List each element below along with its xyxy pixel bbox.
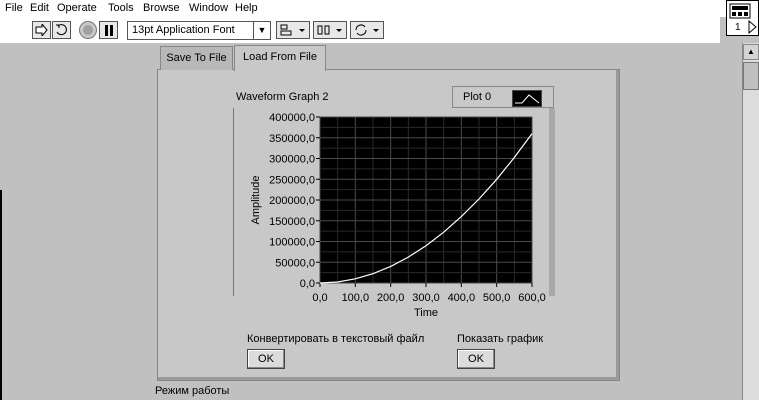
scroll-up-arrow-icon[interactable]: ▲ <box>743 44 759 60</box>
pause-icon <box>104 24 113 36</box>
y-tick-label: 250000,0 <box>269 174 315 186</box>
x-axis-label: Time <box>414 307 438 319</box>
mode-label: Режим работы <box>155 385 230 397</box>
font-select[interactable]: 13pt Application Font ▼ <box>127 21 271 40</box>
legend-label: Plot 0 <box>463 91 492 103</box>
x-tick-label: 600,0 <box>518 292 546 304</box>
waveform-graph[interactable]: 0,0 50000,0 100000,0 150000,0 200000,0 250000… <box>230 108 555 323</box>
pause-button[interactable] <box>99 21 118 39</box>
legend-line-icon <box>512 90 542 107</box>
x-tick-label: 400,0 <box>448 292 476 304</box>
y-tick-label: 0,0 <box>300 278 315 290</box>
run-button[interactable] <box>32 21 51 39</box>
distribute-objects-icon <box>317 25 342 35</box>
reorder-button[interactable] <box>350 21 384 39</box>
reorder-icon <box>355 24 379 36</box>
run-continuously-icon <box>55 24 67 36</box>
align-objects-button[interactable] <box>276 21 310 39</box>
x-tick-label: 300,0 <box>412 292 440 304</box>
vertical-scrollbar[interactable] <box>742 43 759 400</box>
scroll-thumb[interactable] <box>743 62 759 90</box>
x-tick-label: 100,0 <box>342 292 370 304</box>
x-axis-ticks: 0,0 100,0 200,0 300,0 400,0 500,0 600,0 <box>312 283 546 304</box>
chevron-down-icon: ▼ <box>253 22 270 39</box>
panel-divider <box>0 190 2 400</box>
abort-icon <box>83 25 93 35</box>
plot-legend[interactable]: Plot 0 <box>452 86 554 108</box>
abort-button[interactable] <box>79 21 97 39</box>
run-arrow-icon <box>35 24 48 36</box>
distribute-objects-button[interactable] <box>313 21 347 39</box>
x-tick-label: 500,0 <box>483 292 511 304</box>
align-objects-icon <box>280 24 305 36</box>
x-tick-label: 200,0 <box>377 292 405 304</box>
menu-tools[interactable]: Tools <box>108 2 134 14</box>
menu-file[interactable]: File <box>5 2 23 14</box>
menu-browse[interactable]: Browse <box>143 2 180 14</box>
y-tick-label: 100000,0 <box>269 237 315 249</box>
vi-connector-icon <box>729 3 757 35</box>
y-tick-label: 300000,0 <box>269 154 315 166</box>
tab-save-to-file[interactable]: Save To File <box>160 46 233 70</box>
menu-bar: File Edit Operate Tools Browse Window He… <box>0 0 759 17</box>
vi-icon[interactable]: 1 <box>726 0 759 36</box>
y-tick-label: 400000,0 <box>269 112 315 124</box>
y-tick-label: 350000,0 <box>269 133 315 145</box>
run-continuously-button[interactable] <box>52 21 71 39</box>
menu-window[interactable]: Window <box>189 2 228 14</box>
y-axis-ticks: 0,0 50000,0 100000,0 150000,0 200000,0 250000… <box>269 112 320 290</box>
tab-load-from-file[interactable]: Load From File <box>234 45 326 71</box>
show-graph-ok-button[interactable]: OK <box>457 349 495 369</box>
menu-help[interactable]: Help <box>235 2 258 14</box>
show-graph-label: Показать график <box>457 333 544 345</box>
convert-ok-button[interactable]: OK <box>247 349 285 369</box>
y-tick-label: 200000,0 <box>269 195 315 207</box>
x-tick-label: 0,0 <box>312 292 327 304</box>
font-select-value: 13pt Application Font <box>132 24 235 36</box>
y-tick-label: 150000,0 <box>269 216 315 228</box>
convert-to-text-label: Конвертировать в текстовый файл <box>247 333 425 345</box>
y-axis-label: Amplitude <box>250 176 262 225</box>
graph-title: Waveform Graph 2 <box>236 91 329 103</box>
vi-icon-number: 1 <box>735 22 741 33</box>
toolbar: 13pt Application Font ▼ <box>0 17 720 43</box>
menu-edit[interactable]: Edit <box>30 2 49 14</box>
menu-operate[interactable]: Operate <box>57 2 97 14</box>
y-tick-label: 50000,0 <box>275 257 315 269</box>
